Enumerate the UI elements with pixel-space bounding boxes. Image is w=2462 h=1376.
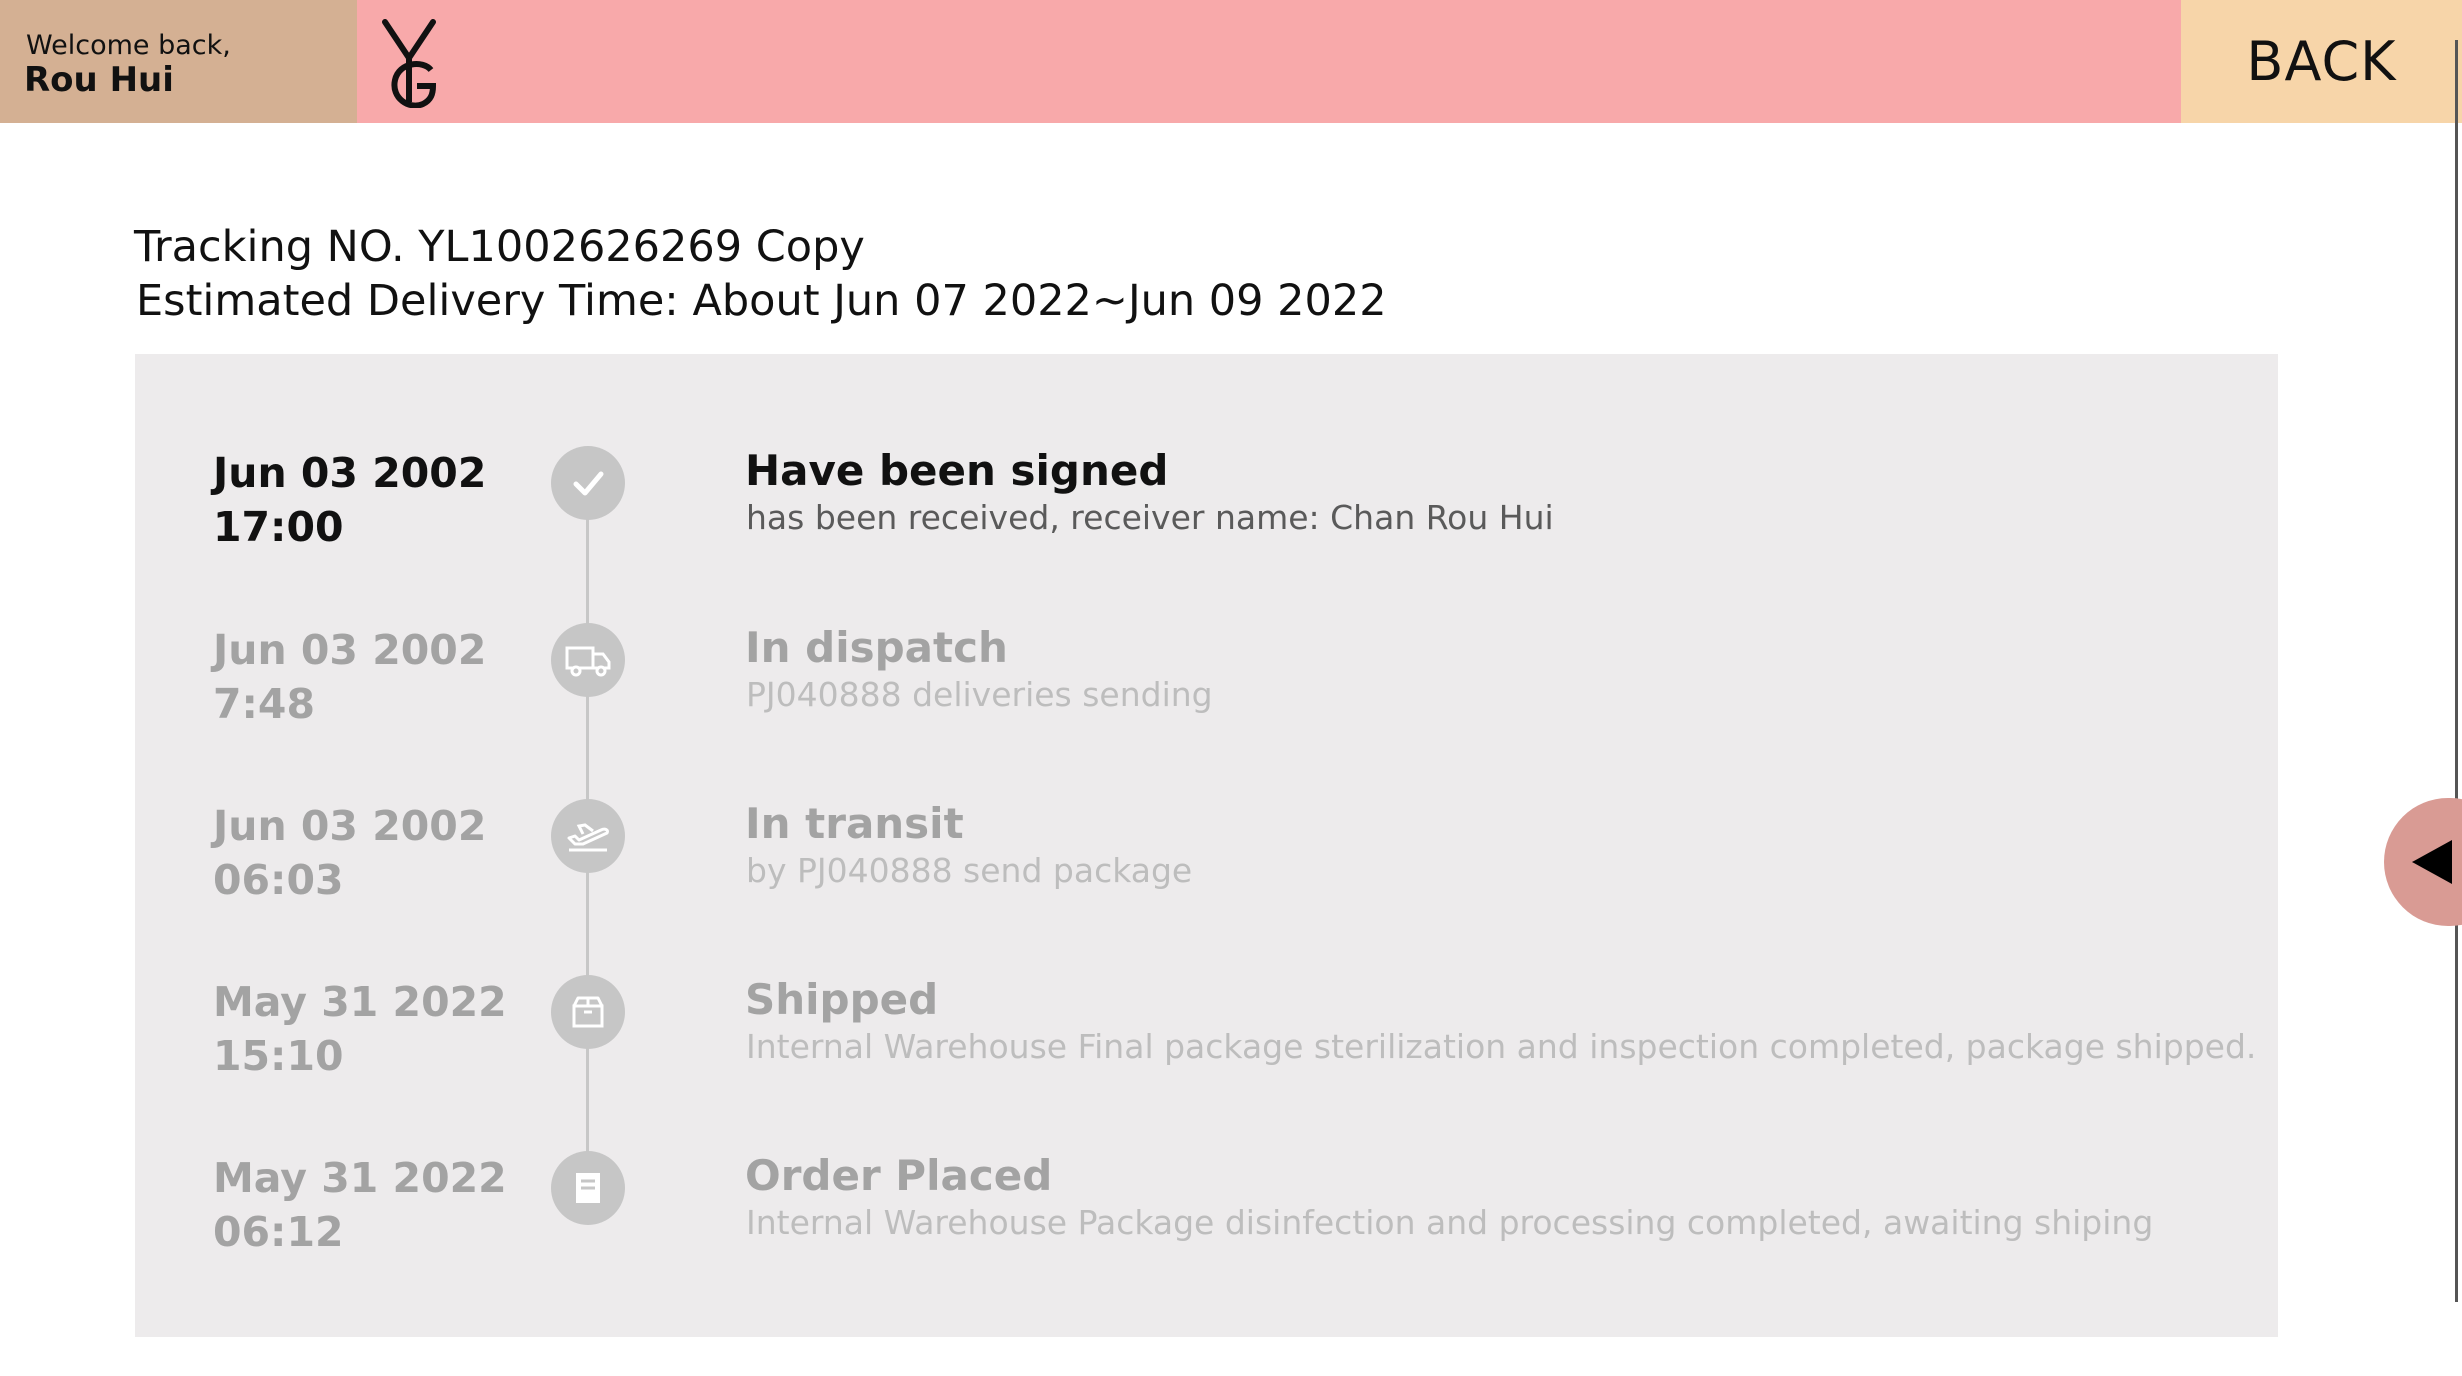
event-datetime: Jun 03 2002 17:00 — [213, 446, 486, 554]
event-desc: by PJ040888 send package — [746, 851, 1193, 890]
event-date: Jun 03 2002 — [213, 449, 487, 497]
back-button-label: BACK — [2246, 30, 2397, 93]
event-datetime: May 31 2022 06:12 — [213, 1151, 507, 1259]
event-time: 7:48 — [213, 680, 315, 728]
event-title: In transit — [745, 799, 964, 848]
event-date: Jun 03 2002 — [213, 802, 487, 850]
event-desc: Internal Warehouse Final package sterili… — [746, 1027, 2257, 1066]
welcome-panel: Welcome back, Rou Hui — [0, 0, 357, 123]
event-title: In dispatch — [745, 623, 1008, 672]
event-title: Order Placed — [745, 1151, 1053, 1200]
user-name: Rou Hui — [24, 60, 174, 100]
event-time: 17:00 — [213, 503, 344, 551]
plane-icon — [551, 799, 625, 873]
event-date: May 31 2022 — [213, 1154, 507, 1202]
event-time: 06:03 — [213, 856, 344, 904]
event-desc: has been received, receiver name: Chan R… — [746, 498, 1554, 537]
timeline-event-transit: Jun 03 2002 06:03 In transit by PJ040888… — [0, 799, 2143, 939]
event-time: 06:12 — [213, 1208, 344, 1256]
logo-bar — [357, 0, 2181, 123]
top-header: Welcome back, Rou Hui BACK — [0, 0, 2462, 123]
event-title: Shipped — [745, 975, 939, 1024]
estimated-delivery: Estimated Delivery Time: About Jun 07 20… — [136, 276, 1387, 326]
yg-logo-icon — [382, 19, 437, 108]
scrollbar[interactable] — [2455, 40, 2458, 1302]
event-date: May 31 2022 — [213, 978, 507, 1026]
arrow-left-icon — [2412, 840, 2452, 884]
timeline-event-dispatch: Jun 03 2002 7:48 In dispatch PJ040888 de… — [0, 623, 2143, 763]
event-desc: Internal Warehouse Package disinfection … — [746, 1203, 2154, 1242]
welcome-text: Welcome back, — [26, 30, 231, 61]
timeline-event-order-placed: May 31 2022 06:12 Order Placed Internal … — [0, 1151, 2153, 1291]
check-icon — [551, 446, 625, 520]
event-datetime: Jun 03 2002 7:48 — [213, 623, 486, 731]
event-title: Have been signed — [745, 446, 1169, 495]
tracking-number-label: Tracking NO. YL1002626269 — [134, 222, 743, 272]
timeline-event-shipped: May 31 2022 15:10 Shipped Internal Wareh… — [0, 975, 2256, 1115]
event-desc: PJ040888 deliveries sending — [746, 675, 1213, 714]
back-button[interactable]: BACK — [2181, 0, 2462, 123]
box-icon — [551, 975, 625, 1049]
collapse-panel-button[interactable] — [2384, 798, 2462, 926]
timeline-event-signed: Jun 03 2002 17:00 Have been signed has b… — [0, 446, 2143, 586]
receipt-icon — [551, 1151, 625, 1225]
tracking-number: Tracking NO. YL1002626269 Copy — [134, 222, 865, 272]
event-datetime: May 31 2022 15:10 — [213, 975, 507, 1083]
event-date: Jun 03 2002 — [213, 626, 487, 674]
truck-icon — [551, 623, 625, 697]
copy-button[interactable]: Copy — [756, 222, 865, 272]
event-time: 15:10 — [213, 1032, 344, 1080]
event-datetime: Jun 03 2002 06:03 — [213, 799, 486, 907]
